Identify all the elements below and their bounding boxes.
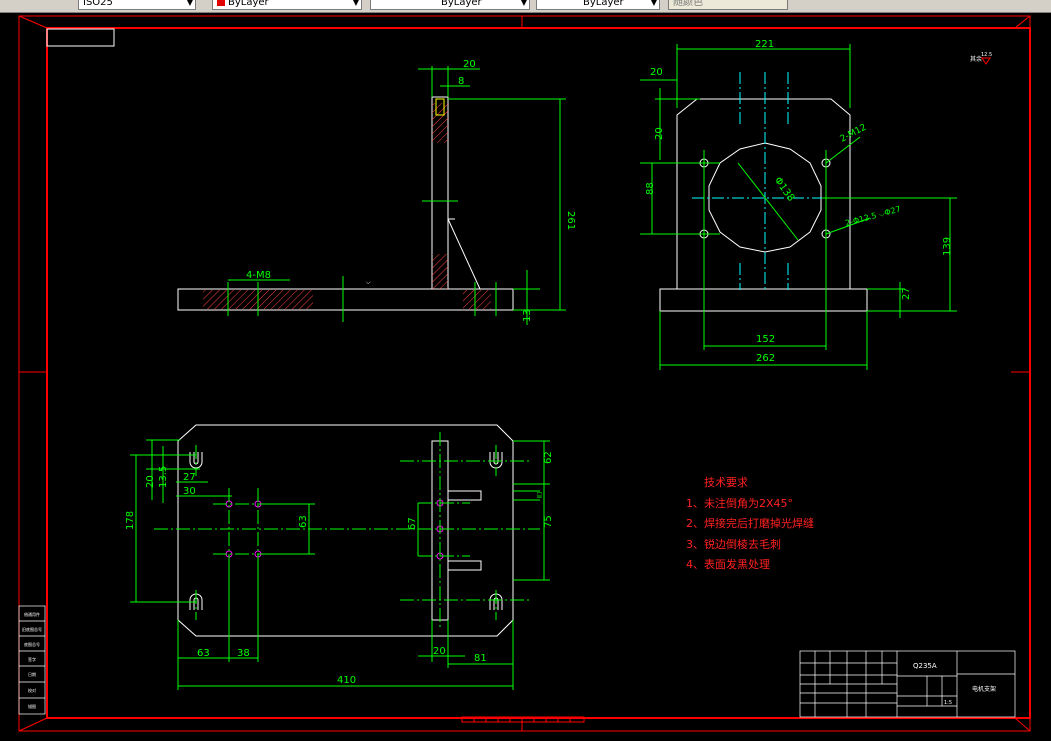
color-swatch	[217, 0, 225, 6]
dim-front-center-height: 139	[942, 237, 953, 256]
dim-front-base-width: 262	[756, 353, 775, 364]
strip-label: 签字	[28, 656, 36, 662]
notes-title: 技术要求	[704, 476, 748, 489]
dim-front-bore: Φ138	[772, 175, 796, 203]
note-line: 4、表面发黑处理	[686, 557, 770, 571]
chevron-down-icon[interactable]: ▼	[651, 0, 657, 9]
dim-plan-75: 75	[543, 515, 554, 528]
chevron-down-icon[interactable]: ▼	[353, 0, 359, 9]
dimension-style-combo[interactable]: ISO25 ▼	[78, 0, 196, 10]
dim-plan-178: 178	[125, 511, 136, 530]
strip-label: 日期	[28, 671, 36, 677]
lineweight-combo[interactable]: ByLayer ▼	[536, 0, 660, 10]
drawing-frame	[18, 15, 1031, 732]
dim-plan-63: 63	[197, 648, 210, 659]
dim-plan-13-5: 13.5	[158, 466, 169, 488]
chevron-down-icon[interactable]: ▼	[187, 0, 193, 9]
dim-plan-20b: 20	[433, 646, 446, 657]
note-line: 1、未注倒角为2X45°	[686, 496, 793, 510]
strip-label: 旧底图总号	[22, 626, 42, 632]
chevron-down-icon[interactable]: ▼	[521, 0, 527, 9]
plan-view: 178 20 13.5 27 30 63 67 62 75 63 38 20 8…	[125, 424, 554, 690]
strip-label: 底图总号	[24, 641, 40, 647]
dim-plan-81: 81	[474, 653, 487, 664]
dim-plan-30: 30	[183, 486, 196, 497]
title-scale: 1:5	[944, 700, 952, 706]
dim-front-hole-spacing: 152	[756, 334, 775, 345]
dim-plan-410: 410	[337, 675, 356, 686]
title-part-name: 电机支架	[972, 685, 996, 693]
linetype-combo[interactable]: ByLayer ▼	[370, 0, 530, 10]
dim-front-base-height: 27	[901, 287, 912, 300]
drawing-canvas[interactable]: 借通用件 旧底图总号 底图总号 签字 日期 校对 描图 20 8 261 13 …	[0, 12, 1051, 741]
note-line: 3、锐边倒棱去毛刺	[686, 537, 781, 551]
dim-side-thread: 4-M8	[246, 270, 271, 281]
technical-requirements: 技术要求 1、未注倒角为2X45° 2、焊接完后打磨掉光焊缝 3、锐边倒棱去毛刺…	[686, 476, 814, 571]
dim-side-height: 261	[565, 211, 576, 230]
dim-plan-20: 20	[145, 475, 156, 488]
front-view: 221 20 20 88 139 27 152 262 Φ138 2-M12 2…	[640, 39, 992, 370]
strip-label: 校对	[28, 687, 36, 693]
note-line: 2、焊接完后打磨掉光焊缝	[686, 516, 814, 530]
roughness-value: 12.5	[981, 52, 992, 58]
plotstyle-combo[interactable]: 随颜色	[668, 0, 788, 10]
weld-symbol: ⌵	[366, 279, 371, 286]
dim-front-width: 221	[755, 39, 774, 50]
roughness-symbol	[981, 57, 991, 65]
dim-side-base: 13	[522, 309, 533, 322]
dim-plan-27: 27	[183, 472, 196, 483]
dim-plan-slot: ⌸	[537, 491, 542, 500]
dim-front-holes2: 2-Φ12.5 ⌵Φ27	[844, 204, 902, 227]
title-block	[799, 650, 1016, 718]
color-combo[interactable]: ByLayer ▼	[212, 0, 362, 10]
dim-plan-62: 62	[543, 451, 554, 464]
dim-front-mid-height: 88	[645, 182, 656, 195]
strip-label: 描图	[28, 703, 36, 709]
dim-side-top-width: 20	[463, 59, 476, 70]
dim-front-top: 20	[654, 127, 665, 140]
dim-plan-38: 38	[237, 648, 250, 659]
dim-plan-63-hole: 63	[298, 515, 309, 528]
dim-front-left: 20	[650, 67, 663, 78]
dim-side-inner: 8	[458, 76, 464, 87]
frame-mark-box	[46, 28, 115, 47]
side-view: 20 8 261 13 4-M8 ⌵	[177, 59, 576, 325]
title-material: Q235A	[913, 662, 937, 670]
dim-plan-67: 67	[407, 517, 418, 530]
strip-label: 借通用件	[24, 611, 40, 617]
